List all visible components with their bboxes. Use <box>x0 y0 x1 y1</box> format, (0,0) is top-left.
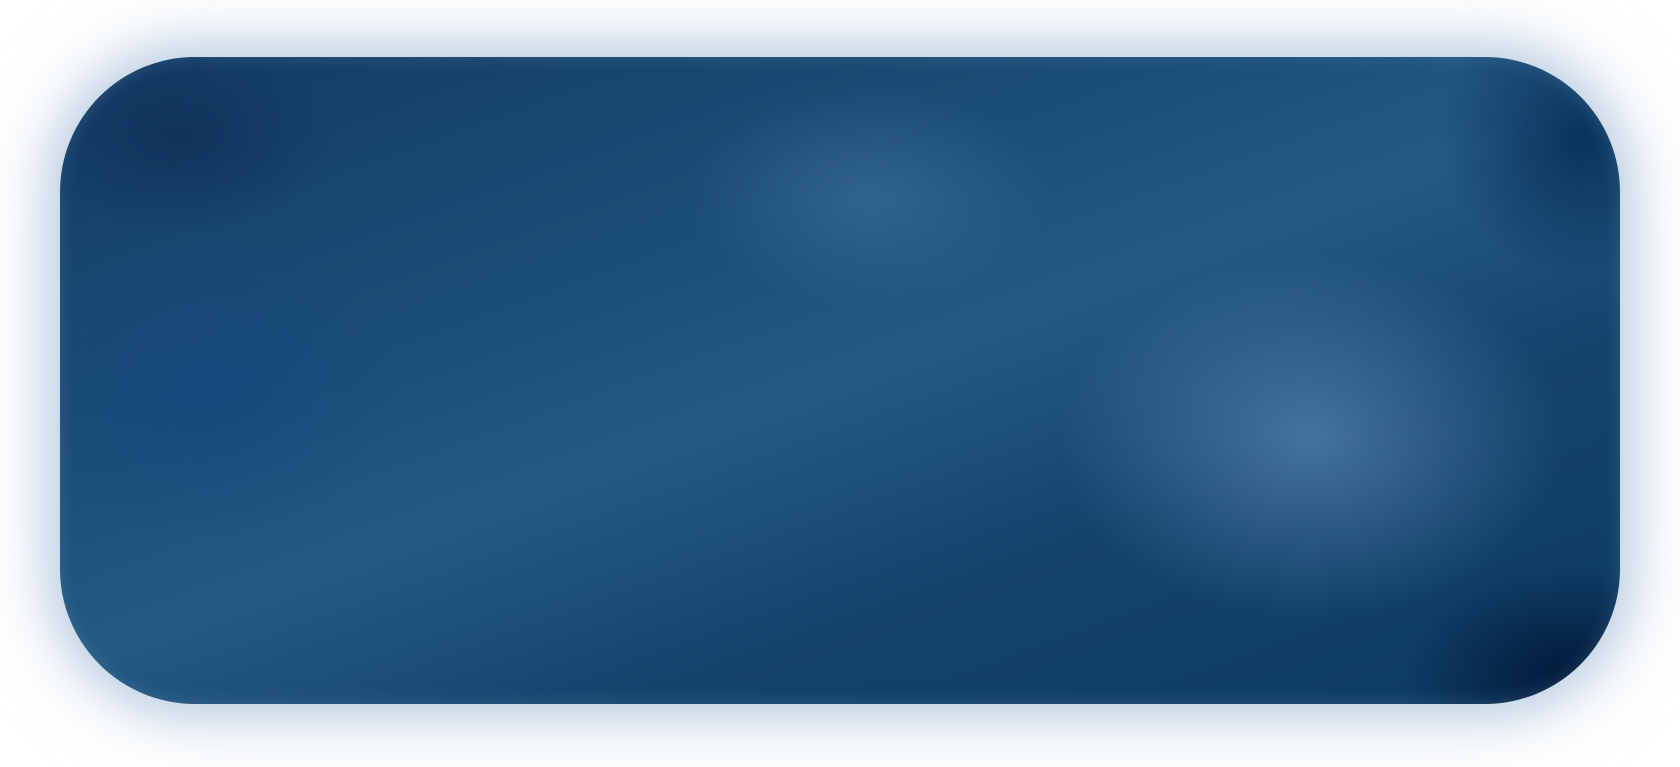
canvas <box>0 0 1680 767</box>
blue-gradient-panel <box>60 57 1620 704</box>
